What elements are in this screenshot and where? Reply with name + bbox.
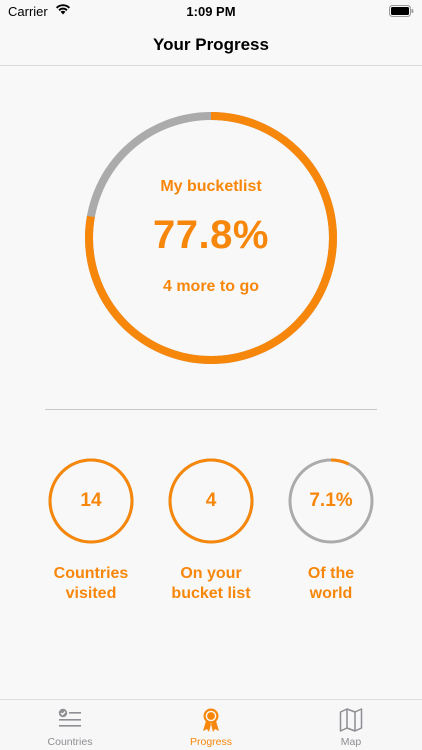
stat-label-line: Of the: [307, 565, 355, 582]
bucketlist-label: My bucketlist: [160, 178, 262, 195]
bucketlist-progress-ring: My bucketlist 77.8% 4 more to go: [83, 110, 339, 366]
section-divider: [45, 409, 377, 410]
folded-map-icon: [339, 707, 363, 733]
tab-label: Countries: [47, 736, 93, 748]
bucketlist-percentage: 77.8%: [153, 213, 269, 257]
stat-value: 14: [80, 490, 102, 511]
tab-label: Progress: [189, 736, 232, 748]
stat-label: On your bucket list: [150, 564, 272, 604]
stat-label-line: Countries: [53, 565, 129, 582]
tab-map[interactable]: Map: [281, 700, 421, 750]
status-time: 1:09 PM: [186, 4, 236, 19]
stat-label-line: visited: [65, 585, 117, 602]
tab-bar: Countries Progress Map: [0, 699, 422, 750]
status-bar: Carrier 1:09 PM: [0, 0, 422, 24]
stat-label-line: bucket list: [171, 585, 251, 602]
page-title: Your Progress: [153, 35, 269, 54]
tab-countries[interactable]: Countries: [0, 700, 140, 750]
stat-label: Countries visited: [30, 564, 152, 604]
stat-label-line: On your: [180, 565, 242, 582]
remaining-count: 4 more to go: [162, 278, 259, 295]
navigation-bar: Your Progress: [0, 24, 422, 66]
tab-label: Map: [340, 736, 362, 748]
stat-value: 7.1%: [309, 490, 353, 511]
checklist-icon: [58, 707, 82, 733]
stat-label: Of the world: [270, 564, 392, 604]
ribbon-award-icon: [199, 707, 223, 733]
progress-screen: Carrier 1:09 PM Your Progress My bucketl…: [0, 0, 422, 750]
stat-label-line: world: [309, 585, 353, 602]
stat-value: 4: [205, 490, 217, 511]
tab-progress[interactable]: Progress: [141, 700, 281, 750]
battery-icon: [389, 5, 414, 17]
